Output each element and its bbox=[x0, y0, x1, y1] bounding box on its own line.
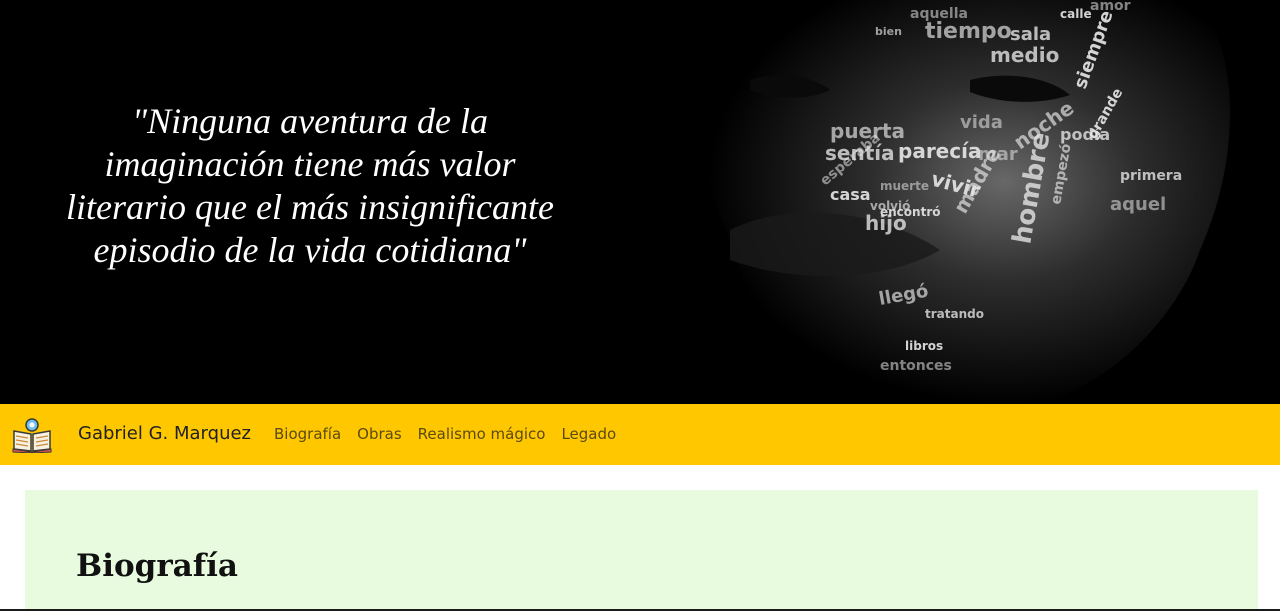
portrait-word: primera bbox=[1120, 168, 1182, 184]
portrait-word: libros bbox=[905, 339, 943, 353]
main-navbar: Gabriel G. Marquez Biografía Obras Reali… bbox=[0, 404, 1280, 465]
portrait-word: bien bbox=[875, 25, 902, 38]
portrait-word: tratando bbox=[925, 307, 984, 321]
portrait-word: encontró bbox=[880, 205, 940, 219]
author-portrait: aquellatiemposalacalleamorbienmedio siemp… bbox=[691, 0, 1230, 404]
section-title: Biografía bbox=[76, 548, 238, 584]
hero-quote: "Ninguna aventura de la imaginación tien… bbox=[40, 100, 580, 272]
quote-line: literario que el más insignificante bbox=[66, 187, 554, 227]
portrait-word: sala bbox=[1010, 24, 1051, 45]
open-book-icon[interactable] bbox=[12, 417, 52, 453]
portrait-word: muerte bbox=[880, 179, 929, 193]
portrait-word: parecía bbox=[898, 139, 981, 163]
portrait-word: entonces bbox=[880, 358, 952, 374]
portrait-word: tiempo bbox=[925, 19, 1012, 44]
nav-links: Biografía Obras Realismo mágico Legado bbox=[274, 425, 632, 443]
hero-banner: "Ninguna aventura de la imaginación tien… bbox=[0, 0, 1280, 404]
nav-link-realismo-magico[interactable]: Realismo mágico bbox=[418, 425, 546, 443]
nav-link-obras[interactable]: Obras bbox=[357, 425, 402, 443]
nav-link-biografia[interactable]: Biografía bbox=[274, 425, 341, 443]
portrait-word: aquel bbox=[1110, 194, 1166, 215]
portrait-word: vida bbox=[960, 112, 1003, 133]
portrait-word: calle bbox=[1060, 7, 1092, 21]
brand-name[interactable]: Gabriel G. Marquez bbox=[78, 423, 251, 444]
portrait-word: casa bbox=[830, 185, 871, 204]
quote-line: episodio de la vida cotidiana" bbox=[93, 230, 527, 270]
quote-line: imaginación tiene más valor bbox=[104, 144, 516, 184]
quote-line: "Ninguna aventura de la bbox=[131, 101, 489, 141]
biography-section: Biografía bbox=[25, 490, 1258, 611]
nav-link-legado[interactable]: Legado bbox=[561, 425, 616, 443]
portrait-word: medio bbox=[990, 43, 1059, 67]
